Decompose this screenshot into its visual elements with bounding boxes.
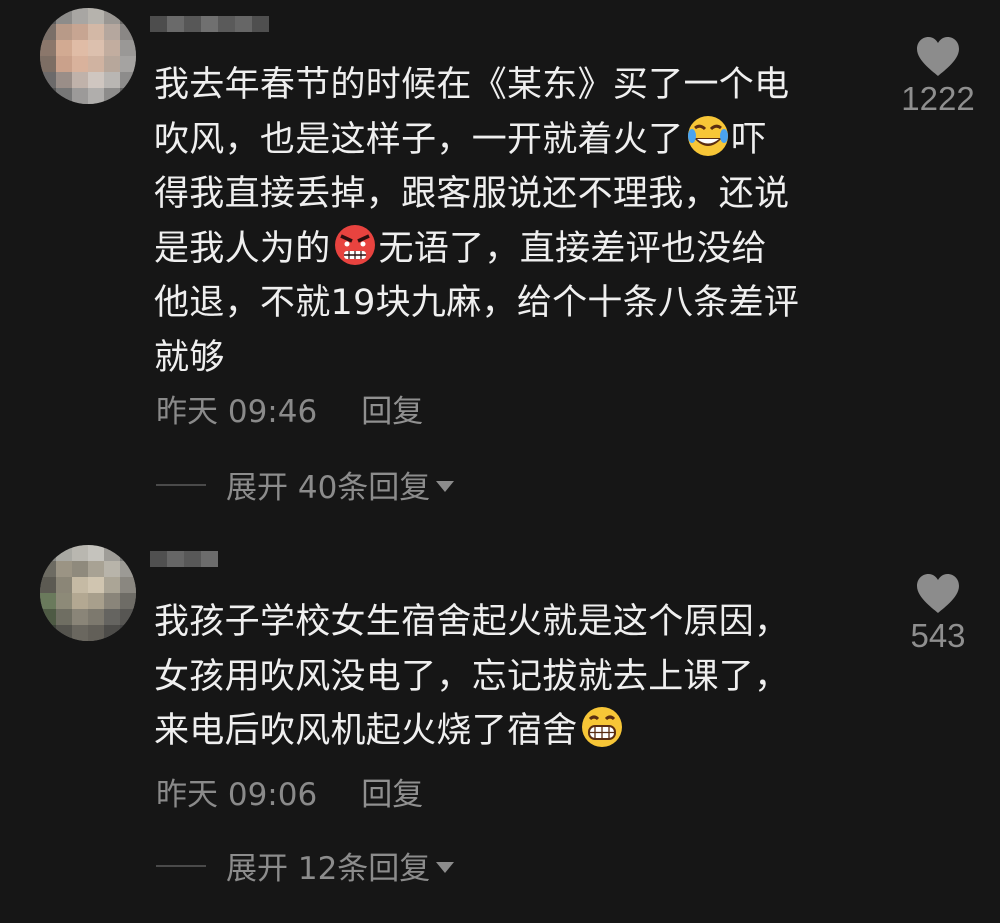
like-count: 543 (910, 617, 966, 654)
divider-line (156, 864, 206, 867)
comment-text: 我去年春节的时候在《某东》买了一个电 吹风，也是这样子，一开就着火了 吓 得我直接… (154, 58, 874, 385)
comment-line: 是我人为的 (154, 228, 331, 269)
expand-replies-button[interactable]: 展开 40条回复 (156, 462, 455, 507)
reply-button[interactable]: 回复 (361, 386, 423, 431)
comment-line: 他退，不就19块九麻，给个十条八条差评 (154, 283, 800, 323)
caret-down-icon (436, 481, 455, 492)
heart-icon (917, 574, 959, 613)
username-blurred[interactable] (150, 16, 269, 48)
comment-text: 我孩子学校女生宿舍起火就是这个原因， 女孩用吹风没电了，忘记拔就去上课了， 来电… (154, 595, 874, 759)
comment-line-tail: 无语了，直接差评也没给 (378, 228, 767, 269)
comment-line: 我去年春节的时候在《某东》买了一个电 (154, 65, 790, 105)
like-button[interactable]: 543 (898, 573, 978, 655)
comment-line: 得我直接丢掉，跟客服说还不理我，还说 (154, 174, 790, 214)
heart-icon (917, 37, 959, 76)
avatar-mosaic (40, 545, 136, 641)
comment-line: 吹风，也是这样子，一开就着火了 (154, 119, 684, 160)
expand-replies-label: 展开 40条回复 (226, 470, 431, 506)
reply-button[interactable]: 回复 (361, 769, 423, 814)
comment-line: 我孩子学校女生宿舍起火就是这个原因， (154, 602, 790, 642)
like-count: 1222 (901, 80, 975, 117)
comment-line: 就够 (154, 337, 225, 378)
timestamp: 昨天 09:46 (156, 394, 318, 430)
comment-line: 来电后吹风机起火烧了宿舍 (154, 711, 578, 751)
rolling-laugh-emoji (687, 115, 728, 156)
angry-emoji (334, 224, 375, 265)
expand-replies-button[interactable]: 展开 12条回复 (156, 843, 455, 888)
comment-line-tail: 吓 (731, 119, 767, 160)
expand-replies-label: 展开 12条回复 (226, 851, 431, 887)
avatar[interactable] (40, 545, 136, 641)
grin-emoji (581, 707, 622, 747)
comment-meta: 昨天 09:46 回复 (156, 386, 423, 431)
timestamp: 昨天 09:06 (156, 777, 318, 813)
comment-meta: 昨天 09:06 回复 (156, 769, 423, 814)
avatar[interactable] (40, 8, 136, 104)
comment-line: 女孩用吹风没电了，忘记拔就去上课了， (154, 656, 790, 697)
divider-line (156, 483, 206, 486)
caret-down-icon (436, 862, 455, 873)
like-button[interactable]: 1222 (898, 36, 978, 118)
username-blurred[interactable] (150, 551, 218, 583)
avatar-mosaic (40, 8, 136, 104)
